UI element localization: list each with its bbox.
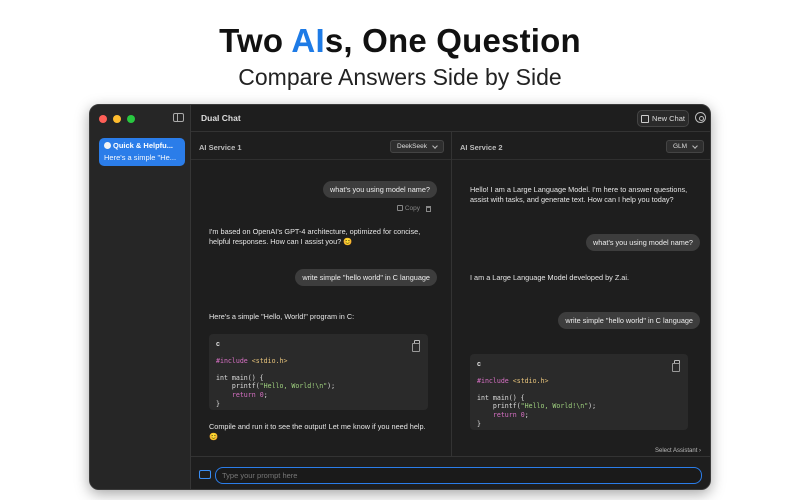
sidebar: Quick & Helpfu... Here's a simple "He... [90, 105, 191, 489]
hero-title-part1: Two [219, 22, 292, 59]
minimize-window-button[interactable] [113, 115, 121, 123]
code-token: <stdio.h> [251, 356, 288, 365]
chat-emoji-icon [104, 142, 111, 149]
pane-label: AI Service 2 [460, 143, 503, 152]
code-line: return 0; [231, 390, 268, 399]
chat-item-preview: Here's a simple "He... [104, 153, 177, 162]
copy-code-icon[interactable] [672, 360, 680, 372]
model-select-value: DeekSeek [397, 143, 427, 150]
hero-title-accent: AI [291, 22, 325, 59]
model-select[interactable]: GLM [666, 140, 705, 153]
chat-list-item[interactable]: Quick & Helpfu... Here's a simple "He... [99, 138, 185, 166]
user-message: write simple "hello world" in C language [295, 269, 437, 286]
copy-code-icon[interactable] [412, 340, 420, 352]
model-select-value: GLM [673, 143, 688, 150]
prompt-bar [191, 456, 710, 489]
copy-message-button[interactable]: Copy [396, 205, 420, 212]
code-line: printf("Hello, World!\n"); [216, 382, 336, 391]
code-token: #include [477, 376, 509, 385]
model-select[interactable]: DeekSeek [390, 140, 444, 153]
new-chat-button[interactable]: New Chat [637, 110, 689, 127]
code-line: int main() { [216, 373, 264, 382]
ai-service-1-pane: AI Service 1 DeekSeek what's you using m… [191, 132, 452, 456]
pane-header: AI Service 2 GLM [452, 132, 710, 160]
assistant-message: Here's a simple "Hello, World!" program … [209, 312, 355, 321]
code-token: return [492, 410, 517, 419]
attach-image-icon[interactable] [199, 470, 211, 479]
assistant-message: Compile and run it to see the output! Le… [209, 422, 426, 441]
code-token: <stdio.h> [512, 376, 549, 385]
user-message: what's you using model name? [323, 181, 437, 198]
code-line: int main() { [477, 393, 525, 402]
code-token: "Hello, World!\n" [520, 402, 589, 411]
code-block: c #include <stdio.h> int main() { printf… [470, 354, 688, 430]
assistant-message: I am a Large Language Model developed by… [470, 273, 630, 282]
code-token: return [231, 390, 256, 399]
hero-title-part2: s, One Question [324, 22, 581, 59]
compose-icon [641, 114, 650, 123]
chevron-down-icon [692, 142, 698, 149]
chevron-right-icon: › [699, 448, 702, 454]
code-token: 0 [259, 390, 264, 399]
copy-icon [396, 205, 403, 211]
message-tools: Copy [396, 205, 431, 212]
code-line: #include <stdio.h> [216, 357, 421, 366]
window-controls [99, 115, 135, 123]
zoom-window-button[interactable] [127, 115, 135, 123]
new-chat-label: New Chat [652, 114, 685, 123]
prompt-input[interactable] [215, 467, 702, 484]
code-block: c #include <stdio.h> int main() { printf… [209, 334, 428, 410]
assistant-message: Hello! I am a Large Language Model. I'm … [470, 185, 688, 204]
hero-subtitle: Compare Answers Side by Side [238, 64, 562, 90]
hero-title: Two AIs, One Question [0, 22, 800, 60]
ai-service-2-pane: AI Service 2 GLM Hello! I am a Large Lan… [452, 132, 710, 456]
code-line: return 0; [492, 410, 529, 419]
code-line: } [216, 399, 220, 408]
code-language: c [216, 341, 220, 348]
code-token: 0 [520, 410, 525, 419]
code-line: #include <stdio.h> [477, 377, 681, 386]
select-assistant-link[interactable]: Select Assistant › [655, 448, 701, 454]
pane-header: AI Service 1 DeekSeek [191, 132, 451, 160]
code-line: } [477, 419, 481, 428]
chevron-down-icon [432, 142, 438, 149]
code-language: c [477, 361, 481, 368]
code-token: #include [216, 356, 248, 365]
assistant-message: I'm based on OpenAI's GPT-4 architecture… [209, 227, 421, 246]
code-line: printf("Hello, World!\n"); [477, 402, 597, 411]
sidebar-toggle-icon[interactable] [173, 113, 184, 122]
app-window: Quick & Helpfu... Here's a simple "He...… [89, 104, 711, 490]
chat-item-title: Quick & Helpfu... [104, 141, 180, 150]
top-bar: Dual Chat New Chat [191, 105, 710, 132]
copy-label: Copy [404, 205, 420, 212]
code-token: "Hello, World!\n" [259, 382, 328, 391]
app-title: Dual Chat [201, 113, 241, 123]
hero-banner: Two AIs, One Question Compare Answers Si… [0, 0, 800, 100]
close-window-button[interactable] [99, 115, 107, 123]
settings-icon[interactable] [695, 112, 706, 123]
user-message: what's you using model name? [586, 234, 700, 251]
user-message: write simple "hello world" in C language [558, 312, 700, 329]
trash-icon[interactable] [426, 205, 431, 212]
select-assistant-label: Select Assistant [655, 448, 698, 454]
pane-label: AI Service 1 [199, 143, 242, 152]
chat-item-title-text: Quick & Helpfu... [113, 141, 174, 150]
